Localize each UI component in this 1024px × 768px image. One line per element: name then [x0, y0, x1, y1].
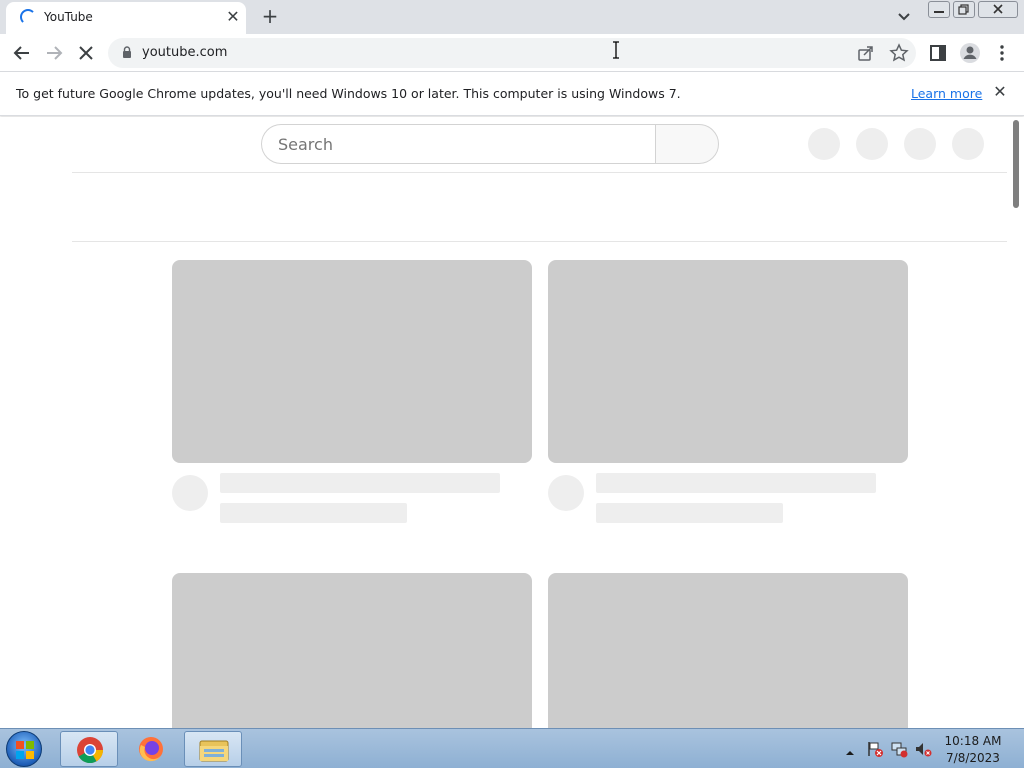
- address-bar[interactable]: youtube.com: [108, 38, 916, 68]
- divider: [72, 172, 1007, 173]
- header-icon-placeholder: [856, 128, 888, 160]
- tab-close-icon[interactable]: ✕: [223, 7, 243, 27]
- tab-youtube[interactable]: YouTube ✕: [6, 2, 246, 34]
- taskbar-chrome[interactable]: [60, 731, 118, 767]
- windows-logo-icon: [16, 741, 34, 759]
- search-input[interactable]: Search: [261, 124, 656, 164]
- browser-toolbar: youtube.com: [0, 34, 1024, 72]
- profile-avatar-icon[interactable]: [957, 40, 983, 66]
- loading-spinner-icon: [20, 9, 36, 25]
- forward-button[interactable]: [41, 40, 67, 66]
- infobar-close-icon[interactable]: ✕: [990, 82, 1010, 102]
- video-thumbnail-placeholder: [548, 260, 908, 463]
- divider: [72, 241, 1007, 242]
- taskbar-firefox[interactable]: [122, 731, 180, 767]
- header-icon-placeholder: [904, 128, 936, 160]
- learn-more-link[interactable]: Learn more: [911, 86, 982, 101]
- video-thumbnail-placeholder: [172, 260, 532, 463]
- update-infobar: To get future Google Chrome updates, you…: [0, 72, 1024, 116]
- text-cursor-icon: [613, 41, 619, 59]
- header-icon-placeholder: [808, 128, 840, 160]
- restore-button[interactable]: [953, 1, 975, 18]
- minimize-button[interactable]: [928, 1, 950, 18]
- header-icon-placeholder: [952, 128, 984, 160]
- back-button[interactable]: [9, 40, 35, 66]
- action-center-flag-icon[interactable]: [866, 740, 884, 758]
- show-hidden-icons-icon[interactable]: [845, 743, 855, 755]
- bookmark-star-icon[interactable]: [889, 43, 909, 63]
- start-button[interactable]: [6, 731, 42, 767]
- folder-icon: [199, 740, 229, 762]
- tab-title: YouTube: [44, 10, 93, 24]
- search-button[interactable]: [655, 124, 719, 164]
- title-line-placeholder: [596, 473, 876, 493]
- meta-line-placeholder: [220, 503, 407, 523]
- title-line-placeholder: [220, 473, 500, 493]
- firefox-icon: [139, 737, 163, 762]
- meta-line-placeholder: [596, 503, 783, 523]
- video-thumbnail-placeholder: [172, 573, 532, 728]
- clock-time[interactable]: 10:18 AM: [938, 734, 1008, 748]
- scrollbar-thumb[interactable]: [1013, 120, 1019, 208]
- channel-avatar-placeholder: [548, 475, 584, 511]
- share-icon[interactable]: [857, 44, 875, 62]
- video-thumbnail-placeholder: [548, 573, 908, 728]
- network-icon[interactable]: [890, 740, 908, 758]
- clock-date[interactable]: 7/8/2023: [938, 751, 1008, 765]
- page-content: Search: [0, 117, 1024, 728]
- stop-loading-button[interactable]: [73, 40, 99, 66]
- taskbar-file-explorer[interactable]: [184, 731, 242, 767]
- side-panel-icon[interactable]: [925, 40, 951, 66]
- infobar-message: To get future Google Chrome updates, you…: [16, 86, 681, 101]
- menu-kebab-icon[interactable]: [989, 40, 1015, 66]
- tab-search-chevron-icon[interactable]: [893, 7, 915, 27]
- lock-icon: [123, 46, 131, 58]
- close-window-button[interactable]: [978, 1, 1018, 18]
- chrome-icon: [77, 737, 104, 764]
- taskbar: 10:18 AM 7/8/2023: [0, 728, 1024, 768]
- tab-strip: YouTube ✕ +: [0, 0, 1024, 34]
- new-tab-button[interactable]: +: [259, 6, 281, 28]
- url-text[interactable]: youtube.com: [142, 45, 227, 60]
- search-placeholder: Search: [278, 135, 333, 154]
- volume-muted-icon[interactable]: [914, 740, 932, 758]
- channel-avatar-placeholder: [172, 475, 208, 511]
